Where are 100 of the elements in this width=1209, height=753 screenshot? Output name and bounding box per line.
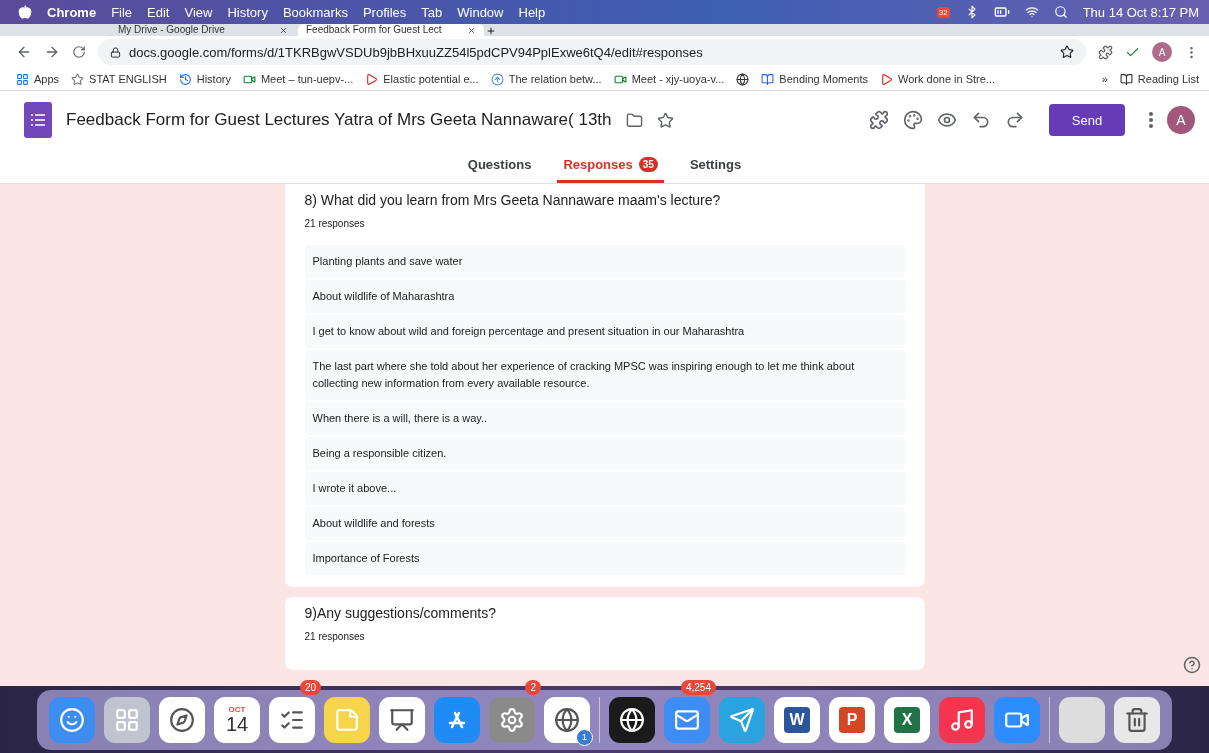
battery-icon bbox=[993, 4, 1010, 20]
bookmark-link[interactable]: The relation betw... bbox=[508, 73, 602, 85]
account-avatar[interactable]: A bbox=[1167, 106, 1195, 134]
form-tab[interactable]: Questions bbox=[461, 149, 538, 183]
bookmark-link[interactable]: History bbox=[196, 73, 231, 85]
question-title: 9)Any suggestions/comments? bbox=[304, 605, 497, 621]
grid-icon bbox=[114, 706, 140, 733]
bookmark-link[interactable]: Elastic potential e... bbox=[383, 73, 479, 85]
office-app-icon[interactable]: P bbox=[829, 696, 875, 743]
menu-item[interactable]: Tab bbox=[421, 4, 443, 20]
bookmark-link[interactable]: Meet - xjy-uoya-v... bbox=[631, 73, 725, 85]
menu-item[interactable]: View bbox=[184, 4, 213, 20]
letter-tile: W bbox=[784, 706, 810, 733]
reading-list-link[interactable]: Reading List bbox=[1137, 73, 1199, 85]
response-item: I get to know about wild and foreign percentage and present situation in our Maharashtra bbox=[304, 315, 905, 348]
new-tab-icon bbox=[486, 26, 496, 36]
more-icon[interactable] bbox=[1149, 112, 1153, 128]
response-count: 21 responses bbox=[304, 218, 366, 229]
globe-icon bbox=[619, 706, 645, 733]
response-item: Being a responsible citizen. bbox=[304, 437, 905, 470]
address-bar[interactable]: docs.google.com/forms/d/1TKRBgwVSDUb9jbBHxuuZZ54l5pdCPV94PplExwe6tQ4/edit#responses bbox=[98, 39, 1086, 65]
office-app-icon[interactable]: W bbox=[774, 696, 820, 743]
help-icon bbox=[1183, 656, 1201, 674]
bookmark-link[interactable]: Bending Moments bbox=[779, 73, 868, 85]
close-icon bbox=[467, 25, 476, 35]
gear-icon bbox=[499, 706, 525, 733]
play-icon bbox=[880, 72, 893, 86]
response-count: 21 responses bbox=[304, 631, 366, 642]
reload-icon bbox=[72, 45, 86, 59]
preview-icon bbox=[937, 110, 957, 130]
menu-item[interactable]: Edit bbox=[147, 4, 170, 20]
note-icon bbox=[334, 706, 360, 733]
forward-icon bbox=[44, 44, 60, 60]
office-app-icon[interactable]: X bbox=[884, 696, 930, 743]
app-icon[interactable] bbox=[269, 696, 315, 743]
calendar-month: OCT bbox=[228, 705, 246, 714]
clock: Thu 14 Oct 8:17 PM bbox=[1082, 4, 1199, 20]
response-item: The last part where she told about her experience of cracking MPSC was inspiring enough to let me think about collecting new information from every available resource. bbox=[304, 350, 905, 400]
redo-icon bbox=[1005, 110, 1025, 130]
form-tab[interactable]: Settings bbox=[683, 149, 748, 183]
folder-icon bbox=[625, 111, 643, 129]
trash-icon bbox=[1124, 706, 1150, 733]
bookmark-star-icon bbox=[1060, 45, 1074, 59]
response-item: About wildlife and forests bbox=[304, 507, 905, 540]
letter-tile: P bbox=[839, 706, 865, 733]
history-icon bbox=[178, 72, 192, 86]
menu-item[interactable]: Help bbox=[518, 4, 546, 20]
app-icon[interactable] bbox=[544, 696, 590, 743]
book-icon bbox=[761, 72, 775, 86]
star-icon bbox=[656, 111, 674, 129]
screenshot-thumbnail[interactable] bbox=[1059, 696, 1105, 743]
calendar-app-icon[interactable]: OCT 14 bbox=[214, 696, 260, 743]
response-item: About wildlife of Maharashtra bbox=[304, 280, 905, 313]
bookmark-link[interactable]: Apps bbox=[34, 73, 60, 85]
lock-icon bbox=[110, 46, 121, 58]
grid-icon bbox=[16, 72, 29, 86]
letter-tile: X bbox=[894, 706, 920, 733]
count-badge: 35 bbox=[638, 157, 658, 172]
menu-item[interactable]: Window bbox=[457, 4, 504, 20]
response-item: Importance of Forests bbox=[304, 542, 905, 575]
app-icon[interactable] bbox=[159, 696, 205, 743]
finder-face-icon bbox=[59, 706, 85, 733]
wifi-icon bbox=[1024, 5, 1039, 19]
form-title[interactable]: Feedback Form for Guest Lectures Yatra of Mrs Geeta Nannaware( 13th bbox=[66, 110, 612, 130]
back-icon bbox=[16, 44, 32, 60]
menu-item[interactable]: File bbox=[111, 4, 133, 20]
response-item: Planting plants and save water bbox=[304, 245, 905, 278]
bookmark-link[interactable]: Work done in Stre... bbox=[898, 73, 996, 85]
bookmark-link[interactable]: Meet – tun-uepv-... bbox=[260, 73, 354, 85]
play-icon bbox=[365, 72, 379, 86]
palette-icon bbox=[903, 110, 923, 130]
response-item: When there is a will, there is a way.. bbox=[304, 402, 905, 435]
calendar-day: 14 bbox=[225, 713, 249, 734]
response-item: I wrote it above... bbox=[304, 472, 905, 505]
close-icon bbox=[279, 25, 288, 35]
reading-list-icon bbox=[1119, 72, 1133, 86]
browser-tab[interactable]: Feedback Form for Guest Lect bbox=[298, 24, 484, 36]
bookmark-link[interactable]: STAT ENGLISH bbox=[89, 73, 167, 85]
forms-logo-icon[interactable] bbox=[24, 102, 52, 138]
menu-item[interactable]: Chrome bbox=[47, 4, 97, 20]
music-note-icon bbox=[949, 706, 975, 733]
bookmarks-overflow[interactable]: » bbox=[1101, 73, 1108, 85]
search-icon bbox=[1053, 5, 1068, 19]
app-icon[interactable] bbox=[1114, 696, 1160, 743]
send-button[interactable]: Send bbox=[1049, 104, 1125, 136]
menu-item[interactable]: History bbox=[227, 4, 268, 20]
star-icon bbox=[71, 72, 85, 86]
menu-item[interactable]: Bookmarks bbox=[282, 4, 348, 20]
browser-tab[interactable]: My Drive - Google Drive bbox=[110, 24, 296, 36]
extensions-icon bbox=[1098, 44, 1113, 60]
app-icon[interactable] bbox=[379, 696, 425, 743]
paper-plane-icon bbox=[729, 706, 755, 733]
calendar-badge[interactable]: 32 bbox=[936, 6, 950, 18]
upload-icon bbox=[490, 72, 504, 86]
app-icon[interactable] bbox=[609, 696, 655, 743]
undo-icon bbox=[971, 110, 991, 130]
profile-avatar[interactable]: A bbox=[1152, 42, 1172, 62]
add-ons-icon bbox=[869, 110, 889, 130]
question-title: 8) What did you learn from Mrs Geeta Nannaware maam's lecture? bbox=[304, 192, 722, 208]
menu-item[interactable]: Profiles bbox=[362, 4, 407, 20]
